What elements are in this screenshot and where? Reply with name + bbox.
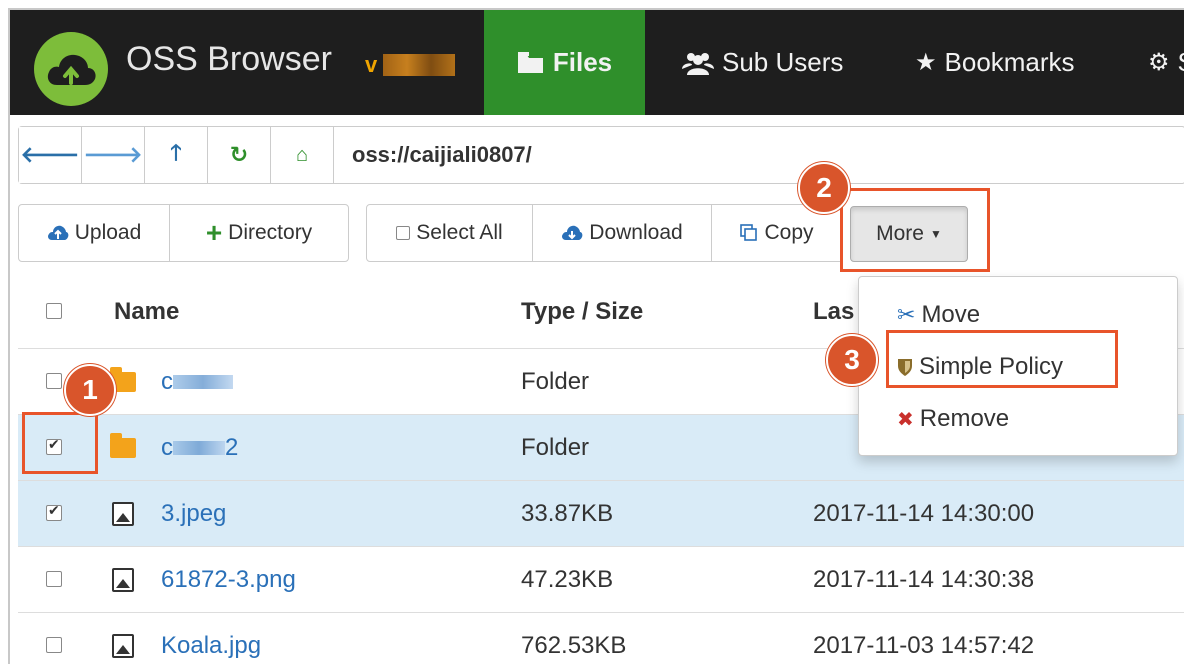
copy-icon [740,224,758,241]
name-redacted [173,375,233,390]
folder-icon [108,432,138,462]
image-file-icon [108,566,138,594]
step-badge-2: 2 [798,162,850,214]
address-bar: 🡐 🡒 🡑 ↻ ⌂ oss://caijiali0807/ [18,126,1184,184]
file-name-link[interactable]: c2 [161,434,238,462]
tab-files[interactable]: Files [484,10,645,115]
row-checkbox[interactable] [46,502,62,521]
cloud-upload-icon [47,54,96,85]
file-modified-date: 2017-11-14 14:30:38 [813,565,1035,593]
scissors-icon: ✂ [897,302,916,327]
app-title: OSS Browser [126,40,332,78]
file-modified-date: 2017-11-03 14:57:42 [813,631,1035,659]
file-type-size: Folder [521,367,590,395]
file-name-link[interactable]: 3.jpeg [161,500,226,528]
directory-label: Directory [228,221,313,244]
gear-icon: ⚙ [1148,49,1170,76]
cloud-download-icon [562,225,583,240]
file-name-link[interactable]: 61872-3.png [161,566,296,594]
menu-item-move-label: Move [921,301,981,328]
step-badge-3: 3 [826,334,878,386]
select-all-checkbox[interactable] [46,303,62,319]
menu-item-remove-label: Remove [919,405,1010,432]
square-icon [396,226,411,240]
version-redacted [383,54,455,76]
upload-label: Upload [74,221,142,244]
plus-icon: + [205,217,223,248]
tab-sub-users[interactable]: Sub Users [682,10,843,115]
table-row[interactable]: Koala.jpg 762.53KB 2017-11-03 14:57:42 [18,612,1184,664]
directory-button[interactable]: + Directory [169,204,349,262]
tab-sub-users-label: Sub Users [722,47,844,77]
close-icon: ✖ [897,408,914,431]
app-logo [34,32,108,106]
file-type-size: 33.87KB [521,499,614,527]
back-button[interactable]: 🡐 [19,127,82,183]
select-all-label: Select All [416,221,503,244]
file-type-size: 762.53KB [521,631,627,659]
upload-button[interactable]: Upload [18,204,170,262]
refresh-icon: ↻ [229,142,249,167]
header-last-modified[interactable]: Las [813,298,854,326]
copy-label: Copy [764,221,814,244]
tab-files-label: Files [552,47,613,77]
highlight-more-button [840,188,990,272]
step-badge-1: 1 [64,364,116,416]
oss-browser-window: OSS Browser v Files Sub Users ★ Bookmark… [8,8,1184,664]
highlight-simple-policy [886,330,1118,388]
up-button[interactable]: 🡑 [145,127,208,183]
tab-settings-label: S [1178,47,1184,78]
file-type-size: 47.23KB [521,565,614,593]
arrow-up-icon: 🡑 [170,140,182,165]
download-label: Download [589,221,683,244]
refresh-button[interactable]: ↻ [208,127,271,183]
file-name-link[interactable]: Koala.jpg [161,632,261,660]
home-icon: ⌂ [295,143,309,166]
row-checkbox[interactable] [46,372,62,389]
address-path-input[interactable]: oss://caijiali0807/ [334,127,532,183]
arrow-right-icon: 🡒 [83,142,143,167]
header-name[interactable]: Name [114,298,179,326]
top-navbar: OSS Browser v Files Sub Users ★ Bookmark… [10,10,1184,115]
table-row[interactable]: 61872-3.png 47.23KB 2017-11-14 14:30:38 [18,546,1184,612]
file-modified-date: 2017-11-14 14:30:00 [813,499,1035,527]
row-checkbox[interactable] [46,636,62,653]
file-name-link[interactable]: c [161,368,233,396]
row-checkbox[interactable] [46,570,62,587]
forward-button[interactable]: 🡒 [82,127,145,183]
home-button[interactable]: ⌂ [271,127,334,183]
image-file-icon [108,632,138,660]
tab-settings[interactable]: ⚙ S [1148,10,1184,115]
header-type-size[interactable]: Type / Size [521,298,643,326]
download-button[interactable]: Download [532,204,712,262]
select-all-button[interactable]: Select All [366,204,533,262]
users-icon [682,52,714,75]
version-label: v [365,52,378,77]
star-icon: ★ [915,49,937,76]
highlight-checkbox [22,412,98,474]
name-redacted [173,441,225,456]
folder-open-icon [517,51,543,73]
tab-bookmarks[interactable]: ★ Bookmarks [915,10,1075,115]
tab-bookmarks-label: Bookmarks [944,47,1075,77]
arrow-left-icon: 🡐 [20,142,80,167]
image-file-icon [108,500,138,528]
cloud-upload-icon [47,225,69,240]
table-row[interactable]: 3.jpeg 33.87KB 2017-11-14 14:30:00 [18,480,1184,546]
menu-item-remove[interactable]: ✖ Remove [859,395,1177,443]
file-type-size: Folder [521,433,590,461]
